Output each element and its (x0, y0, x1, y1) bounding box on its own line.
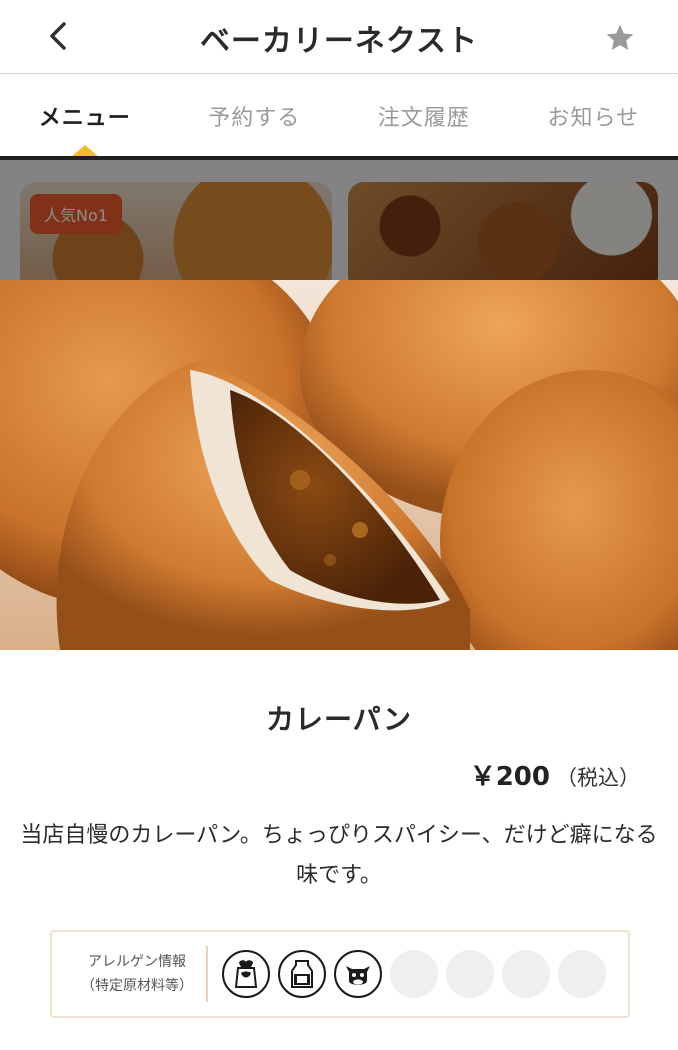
tab-menu[interactable]: メニュー (0, 75, 170, 157)
milk-icon (278, 950, 326, 998)
allergen-label-line: アレルゲン情報 (88, 954, 186, 970)
product-name: カレーパン (265, 703, 413, 736)
modal-backdrop[interactable] (0, 160, 678, 280)
tab-label: メニュー (38, 106, 131, 131)
divider (206, 946, 208, 1002)
allergen-empty-slot (390, 950, 438, 998)
beef-icon (334, 950, 382, 998)
tab-news[interactable]: お知らせ (509, 75, 678, 157)
price-row: ￥200 （税込） (470, 756, 640, 793)
allergen-empty-slot (502, 950, 550, 998)
allergen-empty-slot (446, 950, 494, 998)
allergen-icon-list (222, 950, 606, 998)
allergen-label-line: （特定原材料等） (81, 978, 193, 994)
favorite-button[interactable] (600, 18, 640, 58)
page-title: ベーカリーネクスト (199, 24, 479, 59)
wheat-flour-icon (222, 950, 270, 998)
star-icon (606, 24, 634, 50)
tax-note: （税込） (556, 766, 640, 790)
allergen-info: アレルゲン情報 （特定原材料等） (50, 930, 630, 1018)
tab-label: 注文履歴 (377, 106, 470, 131)
tab-bar: メニュー 予約する 注文履歴 お知らせ (0, 75, 678, 157)
product-image (0, 280, 678, 650)
product-price: ￥200 (469, 762, 550, 792)
tab-label: お知らせ (547, 106, 640, 131)
curry-bread-photo (0, 280, 678, 650)
tab-order-history[interactable]: 注文履歴 (339, 75, 509, 157)
allergen-empty-slot (558, 950, 606, 998)
tab-label: 予約する (208, 106, 301, 131)
tab-reserve[interactable]: 予約する (170, 75, 340, 157)
app-header: ベーカリーネクスト (0, 0, 678, 74)
product-description: 当店自慢のカレーパン。ちょっぴりスパイシー、だけど癖になる味です。 (20, 823, 658, 888)
allergen-label: アレルゲン情報 （特定原材料等） (64, 950, 210, 998)
